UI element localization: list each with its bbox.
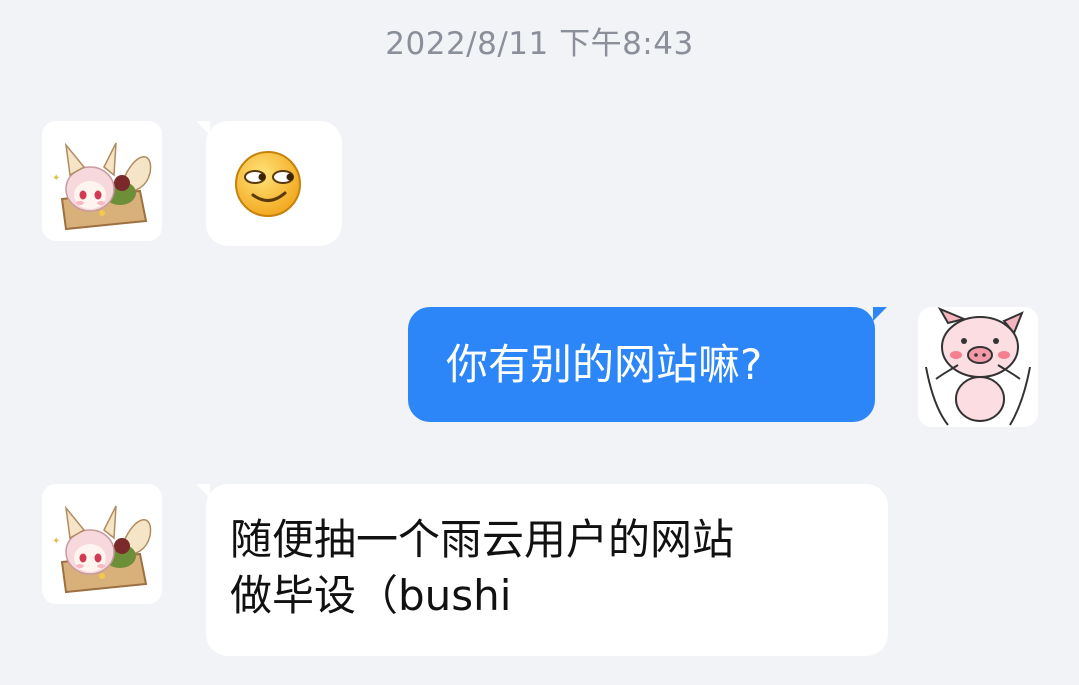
emoji-message-bubble[interactable]: [206, 121, 342, 246]
pig-avatar-icon: [918, 307, 1038, 427]
incoming-message-text: 随便抽一个雨云用户的网站 做毕设（bushi: [230, 515, 735, 620]
other-user-avatar[interactable]: ✦: [42, 484, 162, 604]
fox-girl-avatar-icon: ✦: [42, 121, 162, 241]
fox-girl-avatar-icon: ✦: [42, 484, 162, 604]
chat-window: 2022/8/11 下午8:43 ✦ 你有别的网站嘛? ✦ 随便抽一个雨云用户的…: [0, 0, 1079, 685]
side-eye-emoji-icon: [235, 151, 301, 217]
message-timestamp: 2022/8/11 下午8:43: [385, 26, 694, 62]
incoming-message-bubble[interactable]: 随便抽一个雨云用户的网站 做毕设（bushi: [206, 484, 888, 656]
outgoing-message-text: 你有别的网站嘛?: [446, 340, 763, 389]
other-user-avatar[interactable]: ✦: [42, 121, 162, 241]
bubble-tail: [873, 307, 887, 321]
outgoing-message-bubble[interactable]: 你有别的网站嘛?: [408, 307, 875, 422]
self-avatar[interactable]: [918, 307, 1038, 427]
svg-text:✦: ✦: [52, 173, 60, 184]
svg-text:✦: ✦: [52, 536, 60, 547]
